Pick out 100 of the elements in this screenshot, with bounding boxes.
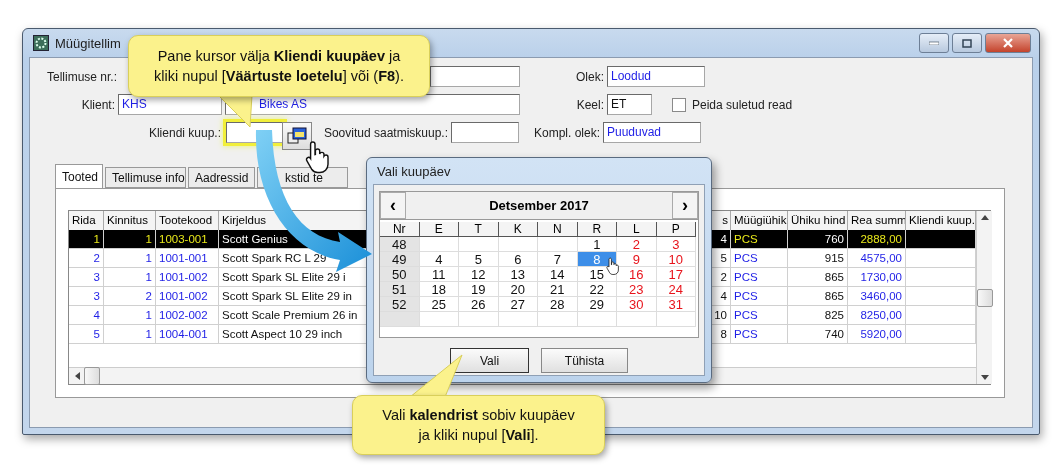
field-label: Klient: [80, 97, 116, 112]
day-cell[interactable]: 4 [419, 252, 459, 267]
weekday-header: K [498, 222, 538, 237]
checkbox-label: Peida suletud read [692, 97, 794, 112]
column-header[interactable]: Rida [69, 211, 104, 231]
day-cell[interactable]: 6 [498, 252, 538, 267]
day-cell[interactable]: 2 [617, 237, 657, 252]
day-cell[interactable]: 16 [617, 267, 657, 282]
table-cell: 865 [788, 268, 848, 287]
day-cell[interactable]: 9 [617, 252, 657, 267]
table-cell: 5920,00 [848, 325, 906, 344]
table-cell: 4575,00 [848, 249, 906, 268]
day-cell[interactable]: 24 [656, 282, 696, 297]
weekday-header: T [459, 222, 499, 237]
vertical-scrollbar[interactable] [976, 211, 992, 384]
close-icon [1002, 38, 1014, 48]
dialog-button[interactable]: Tühista [541, 348, 628, 373]
table-cell: 1 [104, 249, 156, 268]
maximize-button[interactable] [952, 33, 982, 53]
day-cell[interactable]: 21 [538, 282, 578, 297]
maximize-icon [962, 38, 972, 48]
month-title: Detsember 2017 [488, 197, 590, 215]
table-cell: 2888,00 [848, 230, 906, 249]
down-arrow-icon[interactable] [980, 375, 989, 380]
table-cell: 5 [69, 325, 104, 344]
weekday-header: R [577, 222, 617, 237]
table-cell: PCS [731, 249, 788, 268]
checkbox[interactable] [672, 97, 686, 112]
week-number: 50 [380, 267, 420, 282]
day-cell[interactable]: 1 [577, 237, 617, 252]
day-cell[interactable]: 30 [617, 297, 657, 312]
day-cell[interactable]: 12 [459, 267, 499, 282]
minimize-button[interactable] [919, 33, 949, 53]
day-cell[interactable]: 19 [459, 282, 499, 297]
status-field[interactable]: Loodud [607, 66, 705, 87]
table-cell: 1001-002 [156, 268, 219, 287]
tab[interactable]: Tellimuse info [105, 167, 186, 188]
day-cell[interactable]: 25 [419, 297, 459, 312]
dialog-button[interactable]: Vali [450, 348, 529, 373]
tab[interactable]: Tooted [55, 164, 103, 188]
scroll-thumb[interactable] [976, 288, 993, 307]
column-header[interactable]: Tootekood [156, 211, 219, 231]
week-number: 49 [380, 252, 420, 267]
day-cell[interactable]: 13 [498, 267, 538, 282]
column-header[interactable]: Kinnitus [104, 211, 156, 231]
field-label: Olek: [575, 69, 605, 84]
completion-status-field[interactable]: Puuduvad [603, 122, 701, 143]
day-cell[interactable]: 27 [498, 297, 538, 312]
table-cell: 1 [104, 268, 156, 287]
day-cell[interactable]: 18 [419, 282, 459, 297]
order-number-field[interactable] [430, 66, 520, 87]
table-cell: PCS [731, 306, 788, 325]
weekday-header: L [617, 222, 657, 237]
day-cell[interactable]: 23 [617, 282, 657, 297]
day-cell[interactable]: 26 [459, 297, 499, 312]
table-cell [906, 306, 976, 325]
table-cell: 8250,00 [848, 306, 906, 325]
day-cell[interactable]: 29 [577, 297, 617, 312]
up-arrow-icon[interactable] [980, 215, 989, 220]
tab[interactable]: Aadressid [188, 167, 255, 188]
field-label: Kompl. olek: [532, 125, 601, 140]
value-list-button[interactable] [282, 121, 312, 150]
left-arrow-icon[interactable] [75, 372, 80, 380]
ship-date-field[interactable] [451, 122, 519, 143]
table-cell [906, 249, 976, 268]
table-cell: 760 [788, 230, 848, 249]
day-cell[interactable]: 20 [498, 282, 538, 297]
table-cell: 1 [104, 325, 156, 344]
day-cell[interactable]: 10 [656, 252, 696, 267]
previous-month-button[interactable]: ‹ [380, 192, 406, 219]
field-label: Tellimuse nr.: [47, 69, 118, 84]
day-cell[interactable]: 3 [656, 237, 696, 252]
table-cell: PCS [731, 287, 788, 306]
language-field[interactable]: ET [607, 94, 652, 115]
field-label: Soovitud saatmiskuup.: [322, 125, 449, 140]
next-month-button[interactable]: › [672, 192, 698, 219]
table-cell: 1001-002 [156, 287, 219, 306]
day-cell[interactable]: 11 [419, 267, 459, 282]
day-cell[interactable]: 5 [459, 252, 499, 267]
weekday-header: N [538, 222, 578, 237]
table-cell: 1 [69, 230, 104, 249]
dialog-title: Vali kuupäev [376, 162, 452, 181]
table-cell: 825 [788, 306, 848, 325]
table-cell: 740 [788, 325, 848, 344]
day-cell[interactable]: 7 [538, 252, 578, 267]
table-cell [906, 230, 976, 249]
week-number: 51 [380, 282, 420, 297]
column-header[interactable]: Ühiku hind [788, 211, 848, 231]
column-header[interactable]: Rea summ [848, 211, 906, 231]
table-cell: 915 [788, 249, 848, 268]
day-cell[interactable]: 14 [538, 267, 578, 282]
day-cell[interactable]: 31 [656, 297, 696, 312]
close-button[interactable] [985, 33, 1031, 53]
day-cell[interactable]: 22 [577, 282, 617, 297]
column-header[interactable]: Müügiühik [731, 211, 788, 231]
day-cell[interactable]: 17 [656, 267, 696, 282]
scroll-thumb[interactable] [84, 367, 100, 385]
week-number: 52 [380, 297, 420, 312]
column-header[interactable]: Kliendi kuup. [906, 211, 976, 231]
day-cell[interactable]: 28 [538, 297, 578, 312]
